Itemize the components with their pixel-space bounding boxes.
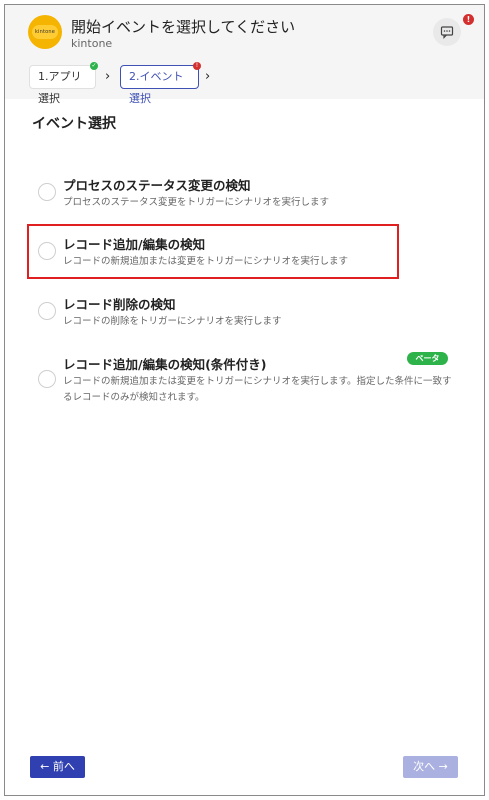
option-description: レコードの新規追加または変更をトリガーにシナリオを実行します xyxy=(63,256,349,267)
option-title: プロセスのステータス変更の検知 xyxy=(63,178,251,193)
option-record-delete[interactable]: レコード削除の検知 レコードの削除をトリガーにシナリオを実行します xyxy=(5,292,484,334)
radio-button[interactable] xyxy=(38,302,56,320)
radio-button[interactable] xyxy=(38,370,56,388)
option-description: プロセスのステータス変更をトリガーにシナリオを実行します xyxy=(63,197,330,208)
app-name: kintone xyxy=(71,37,113,50)
page-title: 開始イベントを選択してください xyxy=(71,18,296,36)
chat-icon xyxy=(440,26,454,39)
option-description: レコードの削除をトリガーにシナリオを実行します xyxy=(63,316,282,327)
beta-badge: ベータ xyxy=(407,352,448,365)
logo-text: kintone xyxy=(34,29,56,35)
check-icon: ✓ xyxy=(90,62,98,70)
dialog-header: kintone 開始イベントを選択してください kintone ! xyxy=(5,5,484,61)
option-process-status-change[interactable]: プロセスのステータス変更の検知 プロセスのステータス変更をトリガーにシナリオを実… xyxy=(5,173,484,215)
error-icon: ! xyxy=(193,62,201,70)
kintone-logo-icon: kintone xyxy=(28,15,62,49)
step-app-select[interactable]: 1.アプリ選択 ✓ xyxy=(29,62,98,105)
option-description: レコードの新規追加または変更をトリガーにシナリオを実行します。指定した条件に一致… xyxy=(63,376,452,403)
radio-button[interactable] xyxy=(38,183,56,201)
prev-button[interactable]: ← 前へ xyxy=(30,756,85,778)
chat-button[interactable] xyxy=(433,18,461,46)
step-label: 2.イベント選択 xyxy=(129,70,184,105)
option-title: レコード削除の検知 xyxy=(63,297,176,312)
step-indicator: 1.アプリ選択 ✓ › 2.イベント選択 ! › xyxy=(5,61,484,105)
alert-badge: ! xyxy=(463,14,474,25)
dialog-frame: kintone 開始イベントを選択してください kintone ! 1.アプリ選… xyxy=(4,4,485,796)
step-label: 1.アプリ選択 xyxy=(38,70,82,105)
chevron-right-icon: › xyxy=(205,69,211,84)
option-title: レコード追加/編集の検知 xyxy=(63,237,206,252)
chevron-right-icon: › xyxy=(105,69,111,84)
radio-button[interactable] xyxy=(38,242,56,260)
section-title: イベント選択 xyxy=(32,116,116,132)
logo-inner: kintone xyxy=(32,25,58,39)
step-event-select[interactable]: 2.イベント選択 ! xyxy=(120,62,201,105)
option-title: レコード追加/編集の検知(条件付き) xyxy=(63,357,267,372)
option-record-add-edit[interactable]: レコード追加/編集の検知 レコードの新規追加または変更をトリガーにシナリオを実行… xyxy=(5,232,484,274)
next-button[interactable]: 次へ → xyxy=(403,756,458,778)
